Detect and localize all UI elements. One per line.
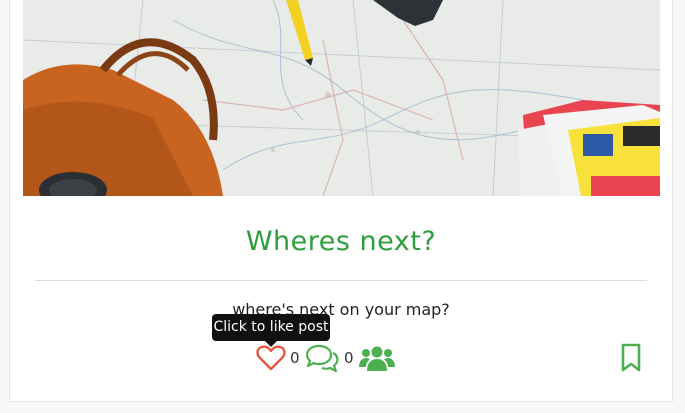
group-button[interactable] [359,344,395,372]
post-image [23,0,660,196]
post-card: Wheres next? where's next on your map? C… [9,0,673,402]
likes-count: 0 [290,349,300,367]
like-button[interactable] [256,344,286,372]
comments-button[interactable] [304,343,340,373]
bookmark-button[interactable] [620,343,642,373]
users-icon [359,346,395,371]
bookmark-icon [621,343,641,372]
like-tooltip: Click to like post [212,314,330,347]
comments-count: 0 [344,349,354,367]
post-description: where's next on your map? [232,300,450,319]
heart-outline-icon [256,345,286,371]
comments-icon [305,344,339,373]
divider [35,280,647,281]
post-title: Wheres next? [245,226,437,257]
